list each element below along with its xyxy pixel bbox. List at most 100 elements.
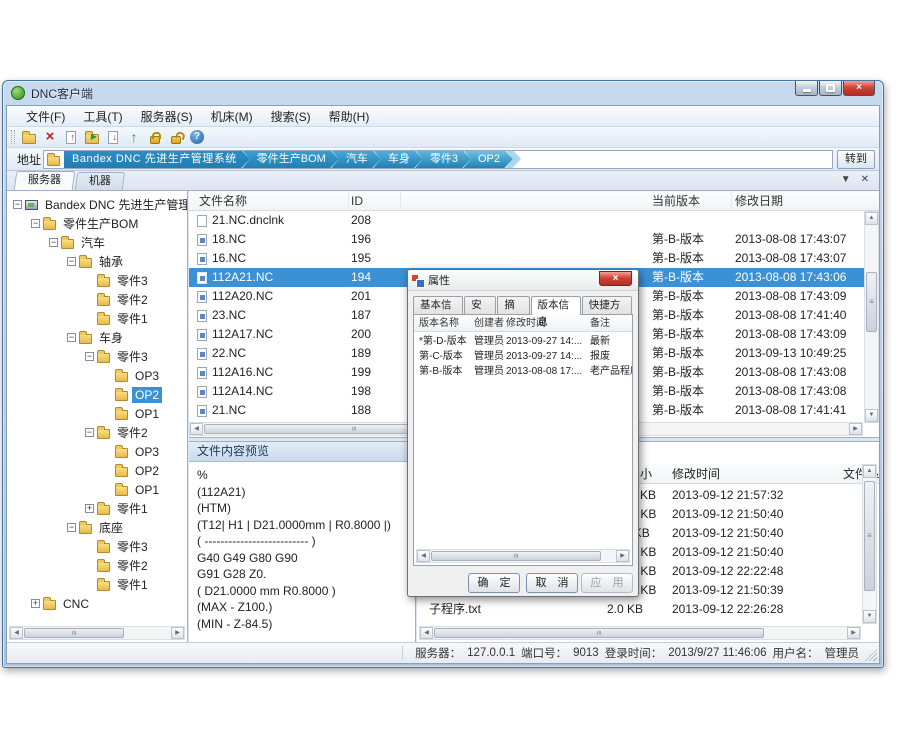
- tree-item-Bandex DNC 先进生产管理系统[interactable]: −Bandex DNC 先进生产管理系统: [7, 195, 187, 214]
- menu-item-4[interactable]: 机床(M): [202, 106, 262, 127]
- close-button[interactable]: ×: [843, 81, 875, 96]
- scroll-right-arrow[interactable]: ▶: [171, 627, 184, 639]
- checkin-file-icon[interactable]: ↑: [61, 128, 81, 147]
- tree-item-OP2[interactable]: OP2: [7, 385, 187, 404]
- tree-item-底座[interactable]: −底座: [7, 518, 187, 537]
- version-row-第-C-版本[interactable]: 第-C-版本管理员2013-09-27 14:...报废: [414, 349, 632, 364]
- tree-item-零件2[interactable]: 零件2: [7, 556, 187, 575]
- tree-item-零件3[interactable]: 零件3: [7, 271, 187, 290]
- help-icon[interactable]: ?: [187, 128, 207, 147]
- column-header-id[interactable]: ID: [349, 191, 401, 211]
- collapse-icon[interactable]: −: [67, 523, 76, 532]
- upload-icon[interactable]: ↑: [124, 128, 144, 147]
- tree-item-车身[interactable]: −车身: [7, 328, 187, 347]
- dialog-tab-快捷方式[interactable]: 快捷方式: [582, 296, 632, 314]
- column-header-file-name[interactable]: 文件名称: [197, 191, 349, 211]
- unlock-icon[interactable]: [166, 128, 186, 147]
- scroll-up-arrow[interactable]: ▲: [865, 212, 878, 225]
- version-row-*第-D-版本[interactable]: *第-D-版本管理员2013-09-27 14:...最新: [414, 334, 632, 349]
- collapse-icon[interactable]: −: [85, 428, 94, 437]
- new-folder-icon[interactable]: [19, 128, 39, 147]
- cancel-button[interactable]: 取 消: [526, 573, 578, 593]
- tree-item-零件1[interactable]: +零件1: [7, 499, 187, 518]
- dialog-tab-基本信息[interactable]: 基本信息: [413, 296, 463, 314]
- tree-item-OP1[interactable]: OP1: [7, 404, 187, 423]
- dialog-close-button[interactable]: ×: [599, 271, 632, 286]
- send-receive-folder-icon[interactable]: ▶: [82, 128, 102, 147]
- breadcrumb-segment-1[interactable]: Bandex DNC 先进生产管理系统: [64, 150, 250, 169]
- expand-icon[interactable]: +: [31, 599, 40, 608]
- version-row-第-B-版本[interactable]: 第-B-版本管理员2013-08-08 17:...老产品程序: [414, 364, 632, 379]
- collapse-icon[interactable]: −: [85, 352, 94, 361]
- minimize-button[interactable]: [795, 81, 818, 96]
- tab-机器[interactable]: 机器: [75, 172, 126, 190]
- menu-item-5[interactable]: 搜索(S): [262, 106, 320, 127]
- menu-item-2[interactable]: 工具(T): [74, 106, 131, 127]
- scroll-right-arrow[interactable]: ▶: [616, 550, 629, 562]
- collapse-icon[interactable]: −: [67, 257, 76, 266]
- attachment-row-子程序.txt[interactable]: 子程序.txt2.0 KB2013-09-12 22:26:28: [417, 600, 863, 619]
- column-header-size[interactable]: 小: [640, 464, 670, 484]
- tree-item-零件1[interactable]: 零件1: [7, 575, 187, 594]
- scroll-down-arrow[interactable]: ▼: [863, 610, 876, 623]
- tree-item-汽车[interactable]: −汽车: [7, 233, 187, 252]
- go-button[interactable]: 转到: [837, 150, 875, 169]
- tree-item-零件3[interactable]: −零件3: [7, 347, 187, 366]
- scroll-thumb[interactable]: [431, 551, 601, 561]
- menu-item-1[interactable]: 文件(F): [17, 106, 74, 127]
- ok-button[interactable]: 确 定: [468, 573, 520, 593]
- tree-item-零件2[interactable]: 零件2: [7, 290, 187, 309]
- close-panel-icon[interactable]: ✕: [861, 174, 869, 185]
- scroll-thumb[interactable]: [864, 481, 875, 591]
- collapse-icon[interactable]: −: [49, 238, 58, 247]
- dialog-tab-摘要[interactable]: 摘要: [497, 296, 529, 314]
- file-row-18.NC[interactable]: 18.NC196第-B-版本2013-08-08 17:43:07: [189, 230, 864, 249]
- breadcrumb-segment-2[interactable]: 零件生产BOM: [242, 150, 339, 169]
- checkout-file-icon[interactable]: ↓: [103, 128, 123, 147]
- collapse-icon[interactable]: −: [67, 333, 76, 342]
- column-header-modified-date[interactable]: 修改日期: [733, 191, 879, 211]
- scroll-down-arrow[interactable]: ▼: [865, 409, 878, 422]
- file-row-21.NC.dnclnk[interactable]: 21.NC.dnclnk208: [189, 211, 864, 230]
- scroll-thumb[interactable]: [24, 628, 124, 638]
- tree-horizontal-scrollbar[interactable]: ◀ ▶: [9, 626, 185, 640]
- expand-icon[interactable]: +: [85, 504, 94, 513]
- column-header-current-version[interactable]: 当前版本: [650, 191, 732, 211]
- scroll-right-arrow[interactable]: ▶: [849, 423, 862, 435]
- tab-服务器[interactable]: 服务器: [14, 171, 76, 190]
- scroll-left-arrow[interactable]: ◀: [420, 627, 433, 639]
- scroll-thumb[interactable]: [434, 628, 764, 638]
- scroll-left-arrow[interactable]: ◀: [190, 423, 203, 435]
- resize-grip[interactable]: [865, 649, 877, 661]
- tree-item-OP1[interactable]: OP1: [7, 480, 187, 499]
- attachments-horizontal-scrollbar[interactable]: ◀ ▶: [419, 626, 861, 640]
- tree-item-OP3[interactable]: OP3: [7, 366, 187, 385]
- lock-icon[interactable]: [145, 128, 165, 147]
- menu-item-3[interactable]: 服务器(S): [132, 106, 202, 127]
- tree-item-零件1[interactable]: 零件1: [7, 309, 187, 328]
- dialog-horizontal-scrollbar[interactable]: ◀ ▶: [416, 549, 630, 563]
- collapse-icon[interactable]: −: [31, 219, 40, 228]
- column-header-remark[interactable]: 备注: [590, 315, 633, 332]
- address-field[interactable]: Bandex DNC 先进生产管理系统零件生产BOM汽车车身零件3OP2: [43, 150, 833, 169]
- dialog-tab-版本信息[interactable]: 版本信息: [531, 296, 581, 315]
- dialog-title-bar[interactable]: 属性 ×: [408, 270, 638, 291]
- scroll-left-arrow[interactable]: ◀: [417, 550, 430, 562]
- tree-item-零件生产BOM[interactable]: −零件生产BOM: [7, 214, 187, 233]
- attachments-vertical-scrollbar[interactable]: ▲ ▼: [862, 464, 877, 624]
- tree-item-零件3[interactable]: 零件3: [7, 537, 187, 556]
- column-header-version-name[interactable]: 版本名称: [419, 315, 472, 332]
- title-bar[interactable]: DNC客户端 ×: [3, 81, 883, 105]
- scroll-left-arrow[interactable]: ◀: [10, 627, 23, 639]
- column-header-modified-time[interactable]: 修改时间: [672, 464, 832, 484]
- maximize-button[interactable]: [819, 81, 842, 96]
- file-row-16.NC[interactable]: 16.NC195第-B-版本2013-08-08 17:43:07: [189, 249, 864, 268]
- scroll-up-arrow[interactable]: ▲: [863, 465, 876, 478]
- scroll-right-arrow[interactable]: ▶: [847, 627, 860, 639]
- tree-item-零件2[interactable]: −零件2: [7, 423, 187, 442]
- chevron-down-icon[interactable]: ▼: [841, 174, 851, 185]
- breadcrumb-segment-5[interactable]: 零件3: [415, 150, 471, 169]
- tree-item-CNC[interactable]: +CNC: [7, 594, 187, 613]
- menu-item-6[interactable]: 帮助(H): [320, 106, 379, 127]
- delete-icon[interactable]: ×: [40, 128, 60, 147]
